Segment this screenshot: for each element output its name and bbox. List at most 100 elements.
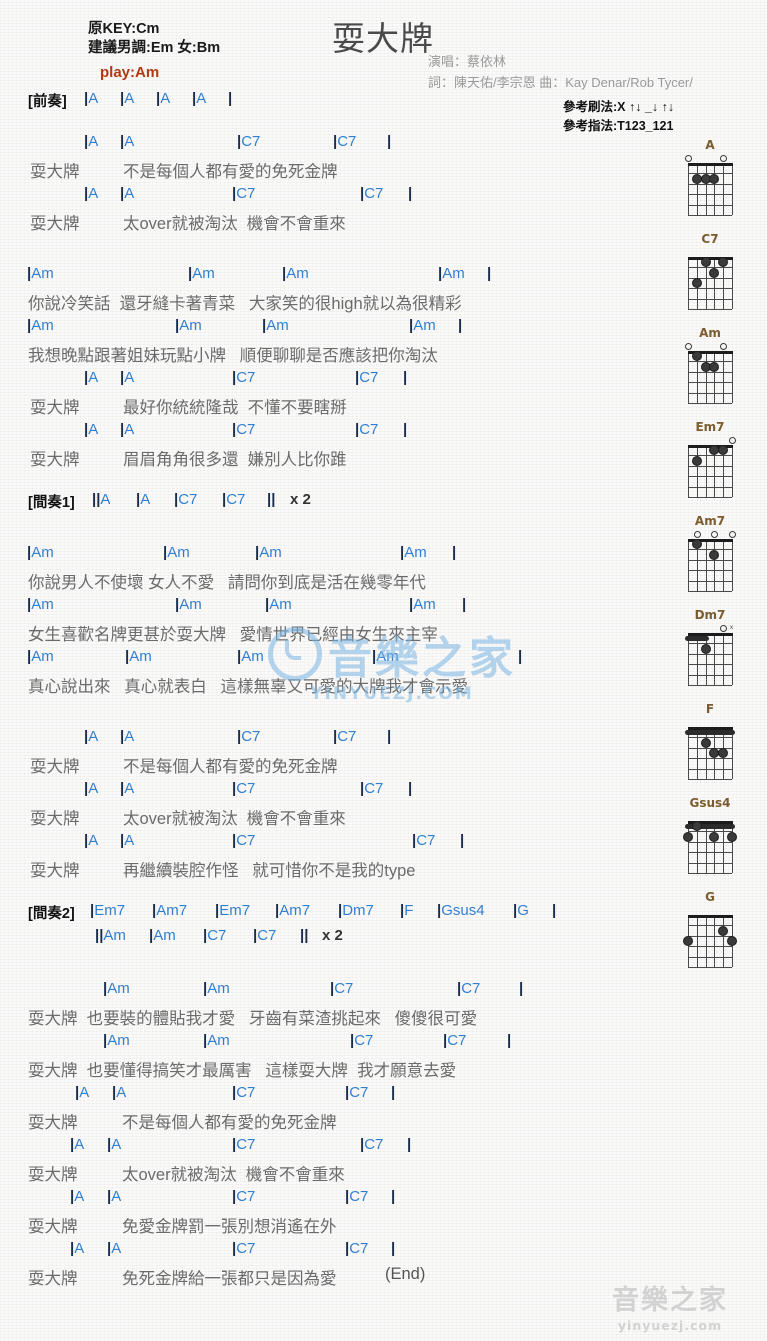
chord-symbol: |Am	[149, 927, 176, 944]
section-label: [間奏1]	[28, 495, 75, 511]
chord-name: Am7	[279, 902, 311, 919]
chord-symbol: |C7	[232, 421, 255, 438]
repeat-marker: x 2	[290, 491, 311, 508]
chord-diagram-am7: Am7	[665, 514, 755, 603]
chord-name: C7	[257, 927, 277, 944]
chord-symbol: |C7	[232, 1136, 255, 1153]
chord-symbol: |Am	[27, 648, 54, 665]
chord-name: Am	[107, 980, 130, 997]
chord-symbol: |Am	[27, 265, 54, 282]
lyric-line: 我想晚點跟著姐妹玩點小牌 順便聊聊是否應該把你淘汰	[0, 342, 680, 369]
chord-name: G	[517, 902, 529, 919]
open-string-marker	[684, 343, 692, 350]
chord-symbol: |Am7	[152, 902, 187, 919]
lyric-text: 我想晚點跟著姐妹玩點小牌 順便聊聊是否應該把你淘汰	[28, 347, 438, 365]
barline: |	[391, 1084, 396, 1101]
fretboard-grid	[682, 341, 738, 407]
chord-diagram-g: G	[665, 890, 755, 979]
barline: ||	[300, 927, 309, 944]
lyric-text: 不是每個人都有愛的免死金牌	[123, 758, 338, 776]
chord-name: A	[88, 90, 99, 107]
lyric-line: 耍大牌 不是每個人都有愛的免死金牌	[0, 1109, 680, 1136]
chord-name: C7	[337, 728, 357, 745]
chord-name: C7	[337, 133, 357, 150]
chord-diagram-name: F	[705, 702, 715, 716]
chord-name: C7	[178, 491, 198, 508]
chord-diagram-a: A	[665, 138, 755, 227]
chord-symbol: |Am	[103, 1032, 130, 1049]
fretboard-grid: x	[682, 623, 738, 689]
barline: |	[552, 902, 557, 919]
chord-symbol: |A	[120, 832, 134, 849]
fretboard-grid	[682, 247, 738, 313]
lyric-line: 耍大牌 也要裝的體貼我才愛 牙齒有菜渣挑起來 傻傻很可愛	[0, 1005, 680, 1032]
chord-symbol: |A	[120, 90, 134, 107]
chord-symbol: |A	[120, 369, 134, 386]
barline: |	[487, 265, 492, 282]
finger-dot	[709, 361, 720, 372]
fretboard-grid	[682, 153, 738, 219]
chord-symbol: |A	[136, 491, 150, 508]
chord-symbol: |Am	[409, 596, 436, 613]
lyric-text: 耍大牌 也要裝的體貼我才愛 牙齒有菜渣挑起來 傻傻很可愛	[28, 1010, 478, 1028]
chord-name: C7	[364, 1136, 384, 1153]
chord-name: A	[124, 90, 135, 107]
finger-dot	[727, 936, 737, 946]
chord-name: C7	[416, 832, 436, 849]
chord-symbol: |Am	[400, 544, 427, 561]
chord-line: |A |A |C7 |C7 |	[0, 1136, 680, 1161]
chord-name: Am	[31, 265, 54, 282]
chord-name: Am	[179, 596, 202, 613]
chord-name: A	[124, 369, 135, 386]
chord-name: A	[124, 133, 135, 150]
chord-name: A	[160, 90, 171, 107]
chord-symbol: |A	[84, 90, 98, 107]
chord-name: C7	[349, 1240, 369, 1257]
finger-dot	[691, 539, 702, 550]
chord-name: A	[124, 421, 135, 438]
chord-name: Am	[179, 317, 202, 334]
chord-diagram-name: Em7	[695, 420, 725, 434]
chord-name: A	[111, 1136, 122, 1153]
chord-symbol: |A	[120, 133, 134, 150]
chord-name: C7	[236, 1240, 256, 1257]
chord-symbol: |C7	[333, 728, 356, 745]
barline: |	[403, 369, 408, 386]
barline: |	[408, 185, 413, 202]
lyric-text: 真心說出來 真心就表白 這樣無辜又可愛的大牌我才會示愛	[28, 678, 469, 696]
lyric-line: 真心說出來 真心就表白 這樣無辜又可愛的大牌我才會示愛	[0, 673, 680, 700]
chord-lyric-sheet: [前奏] |A |A |A |A | |A |A |C7 |C7 | 耍大牌 不是每個人都有愛的免死金牌…	[0, 90, 680, 1292]
barline: |	[462, 596, 467, 613]
chord-symbol: |A	[120, 780, 134, 797]
chord-name: C7	[236, 1084, 256, 1101]
barline: |	[507, 1032, 512, 1049]
chord-symbol: |A	[70, 1240, 84, 1257]
chord-name: A	[140, 491, 151, 508]
lyric-line: 耍大牌 不是每個人都有愛的免死金牌	[0, 158, 680, 185]
chord-symbol: |C7	[412, 832, 435, 849]
open-string-marker	[720, 343, 727, 350]
chord-name: Am	[259, 544, 282, 561]
chord-name: C7	[364, 185, 384, 202]
repeat-marker: x 2	[322, 927, 343, 944]
finger-dot	[691, 455, 702, 466]
open-string-marker	[720, 625, 727, 632]
chord-symbol: |C7	[232, 185, 255, 202]
chord-diagram-column: A C7 Am Em7 Am7 Dm7 x F Gsus4 G	[665, 138, 761, 984]
lyric-text: 耍大牌	[30, 810, 80, 828]
lyric-text: 耍大牌	[28, 1114, 78, 1132]
chord-symbol: |A	[192, 90, 206, 107]
chord-name: A	[88, 780, 99, 797]
chord-symbol: |C7	[330, 980, 353, 997]
chord-symbol: |F	[400, 902, 413, 919]
chord-symbol: |Am	[188, 265, 215, 282]
chord-name: Am	[286, 265, 309, 282]
lyric-line: 耍大牌 免死金牌給一張都只是因為愛 (End)	[0, 1265, 680, 1292]
lyric-line: 耍大牌 免愛金牌罰一張別想消遙在外	[0, 1213, 680, 1240]
lyric-text: 你說男人不使壞 女人不愛 請問你到底是活在幾零年代	[28, 574, 426, 592]
chord-symbol: |A	[84, 728, 98, 745]
chord-symbol: |C7	[232, 1240, 255, 1257]
chord-name: C7	[334, 980, 354, 997]
chord-name: A	[74, 1240, 85, 1257]
chord-symbol: |C7	[457, 980, 480, 997]
